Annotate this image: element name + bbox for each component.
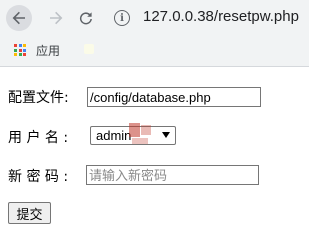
apps-grid-dot <box>23 44 26 47</box>
address-bar[interactable]: i 127.0.0.38/resetpw.php <box>104 4 309 32</box>
username-select-value: admin <box>96 128 132 143</box>
apps-grid-dot <box>18 53 22 56</box>
apps-grid-dot <box>18 48 22 52</box>
browser-chrome: i 127.0.0.38/resetpw.php 应用 <box>0 0 309 67</box>
chevron-down-icon <box>162 132 170 138</box>
config-file-input[interactable] <box>87 87 261 107</box>
submit-button[interactable]: 提交 <box>8 202 51 224</box>
apps-grid-dot <box>14 48 17 52</box>
apps-grid-dot <box>23 48 26 52</box>
apps-grid-dot <box>14 53 17 56</box>
faded-bookmark-icon <box>84 44 94 54</box>
site-info-icon[interactable]: i <box>114 10 130 26</box>
username-label: 用 户 名 : <box>8 130 69 146</box>
apps-grid-dot <box>14 44 17 47</box>
forward-arrow-icon[interactable] <box>44 6 68 30</box>
config-file-label: 配置文件: <box>8 90 69 106</box>
url-text[interactable]: 127.0.0.38/resetpw.php <box>143 8 299 25</box>
apps-grid-icon[interactable] <box>14 44 26 56</box>
bookmark-apps-label[interactable]: 应用 <box>36 42 60 59</box>
watermark-logo <box>128 121 154 149</box>
apps-grid-dot <box>18 44 22 47</box>
reload-icon[interactable] <box>74 6 98 30</box>
new-password-input[interactable] <box>86 165 259 185</box>
back-arrow-icon[interactable] <box>6 5 32 31</box>
apps-grid-dot <box>23 53 26 56</box>
new-password-label: 新 密 码 : <box>8 169 69 185</box>
